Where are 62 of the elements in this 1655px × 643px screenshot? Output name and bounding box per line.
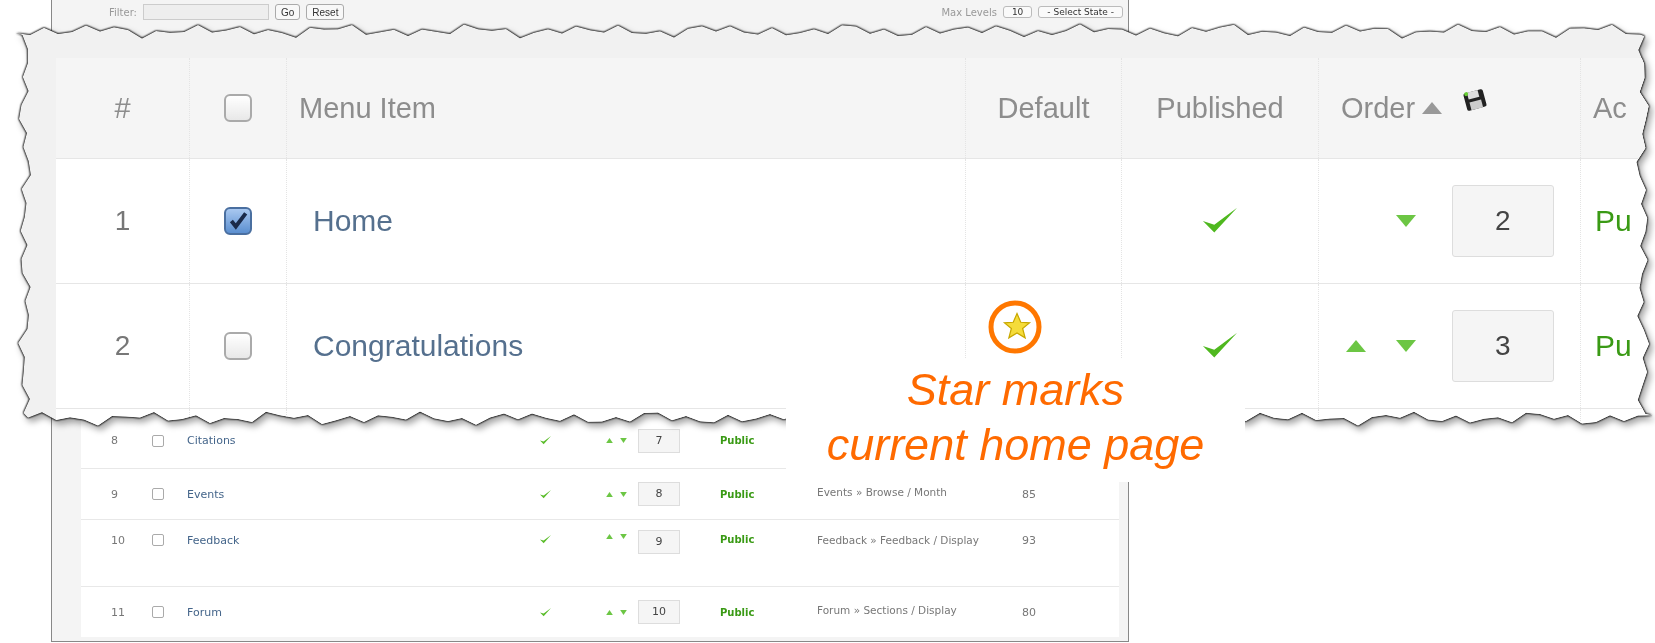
row-checkbox[interactable] bbox=[224, 207, 252, 235]
save-icon[interactable] bbox=[1463, 88, 1488, 112]
menu-item-type: Feedback » Feedback / Display bbox=[817, 533, 980, 548]
menu-item-type: Events » Browse / Month bbox=[817, 485, 947, 500]
row-number: 10 bbox=[110, 533, 126, 549]
up-arrow-icon[interactable] bbox=[605, 534, 613, 539]
star-icon[interactable] bbox=[1001, 311, 1032, 341]
access-level: Public bbox=[720, 435, 755, 446]
order-field[interactable]: 7 bbox=[638, 428, 680, 453]
menu-item-link[interactable]: Events bbox=[187, 487, 225, 501]
filter-field[interactable] bbox=[142, 4, 269, 20]
item-id: 80 bbox=[1022, 605, 1036, 619]
menu-item-link[interactable]: Citations bbox=[187, 434, 236, 447]
check-icon[interactable] bbox=[539, 606, 552, 618]
max-levels-label: Max Levels bbox=[941, 6, 997, 18]
menu-item-link[interactable]: Forum bbox=[187, 605, 222, 619]
state-select[interactable]: - Select State - bbox=[1038, 6, 1123, 18]
menu-item-type: Forum » Sections / Display bbox=[817, 603, 957, 618]
up-arrow-icon[interactable] bbox=[1346, 340, 1367, 352]
menu-item-link[interactable]: Congratulations bbox=[299, 329, 524, 363]
row-number: 1 bbox=[114, 205, 131, 237]
row-checkbox[interactable] bbox=[152, 434, 164, 447]
go-button[interactable]: Go bbox=[274, 4, 301, 20]
sort-ascending-icon[interactable] bbox=[1421, 102, 1444, 114]
row-checkbox[interactable] bbox=[152, 534, 164, 546]
row-number: 11 bbox=[110, 604, 126, 621]
down-arrow-icon[interactable] bbox=[619, 534, 627, 539]
menu-item-link[interactable]: Home bbox=[299, 204, 394, 238]
up-arrow-icon[interactable] bbox=[605, 491, 613, 497]
up-arrow-icon[interactable] bbox=[605, 609, 613, 615]
access-level: Public bbox=[720, 488, 755, 500]
order-field[interactable]: 10 bbox=[638, 600, 680, 624]
max-levels-select[interactable]: 10 bbox=[1002, 6, 1033, 18]
row-checkbox[interactable] bbox=[224, 332, 252, 360]
order-field[interactable]: 9 bbox=[638, 530, 680, 554]
down-arrow-icon[interactable] bbox=[1396, 340, 1417, 352]
down-arrow-icon[interactable] bbox=[619, 491, 627, 497]
row-checkbox[interactable] bbox=[152, 606, 164, 618]
down-arrow-icon[interactable] bbox=[619, 438, 627, 443]
order-field[interactable]: 3 bbox=[1451, 310, 1554, 382]
item-id: 93 bbox=[1022, 534, 1036, 547]
access-level: Public bbox=[720, 606, 755, 618]
select-all-checkbox[interactable] bbox=[224, 94, 252, 122]
order-field[interactable]: 8 bbox=[638, 482, 680, 506]
row-checkbox[interactable] bbox=[152, 488, 164, 500]
column-header: # bbox=[114, 91, 131, 125]
callout-label: Star marks current home page bbox=[786, 358, 1245, 482]
row-number: 8 bbox=[110, 433, 119, 449]
access-level: Public bbox=[720, 534, 755, 545]
check-icon[interactable] bbox=[539, 534, 552, 545]
check-icon[interactable] bbox=[539, 435, 552, 446]
down-arrow-icon[interactable] bbox=[1396, 215, 1417, 227]
up-arrow-icon[interactable] bbox=[605, 438, 613, 443]
filter-label: Filter: bbox=[109, 6, 137, 18]
down-arrow-icon[interactable] bbox=[619, 609, 627, 615]
item-id: 85 bbox=[1022, 487, 1036, 501]
menu-item-link[interactable]: Feedback bbox=[187, 534, 240, 547]
row-number: 9 bbox=[110, 486, 119, 503]
row-number: 2 bbox=[114, 330, 131, 362]
check-icon[interactable] bbox=[539, 488, 552, 500]
order-field[interactable]: 2 bbox=[1451, 185, 1554, 257]
reset-button[interactable]: Reset bbox=[306, 4, 345, 20]
